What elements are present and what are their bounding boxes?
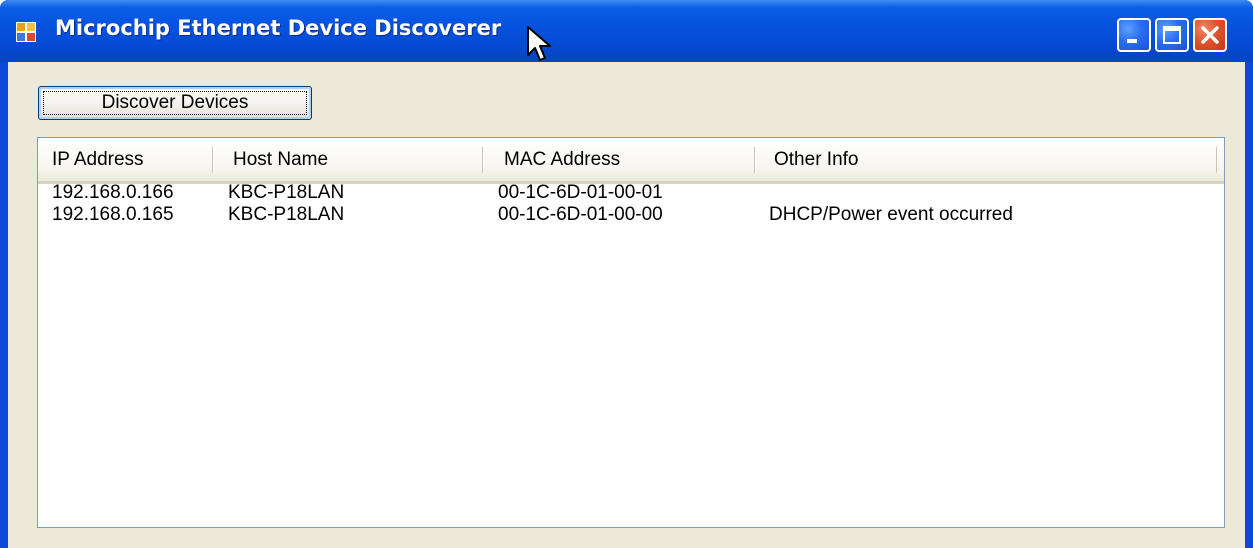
host-name-cell: KBC-P18LAN — [228, 204, 345, 225]
window-title: Microchip Ethernet Device Discoverer — [55, 16, 502, 40]
mac-address-cell: 00-1C-6D-01-00-01 — [498, 182, 663, 203]
mouse-pointer-icon — [527, 26, 551, 61]
column-header-label: Host Name — [233, 148, 329, 170]
minimize-button[interactable] — [1117, 18, 1151, 52]
column-header-other-info[interactable]: Other Info — [756, 138, 1218, 181]
column-separator[interactable] — [1216, 147, 1218, 173]
list-rows: 192.168.0.166 KBC-P18LAN 00-1C-6D-01-00-… — [38, 182, 1224, 226]
ip-address-cell: 192.168.0.165 — [52, 204, 174, 225]
column-header-label: MAC Address — [504, 148, 621, 170]
maximize-icon — [1163, 26, 1181, 44]
table-row[interactable]: 192.168.0.165 KBC-P18LAN 00-1C-6D-01-00-… — [38, 204, 1224, 226]
client-area: Discover Devices IP Address Host Name MA… — [8, 62, 1245, 548]
app-window: Microchip Ethernet Device Discoverer Dis… — [0, 0, 1253, 548]
column-header-label: IP Address — [52, 148, 144, 170]
app-window-icon — [16, 22, 36, 42]
column-header-label: Other Info — [774, 148, 859, 170]
maximize-button[interactable] — [1155, 18, 1189, 52]
title-bar[interactable]: Microchip Ethernet Device Discoverer — [0, 0, 1253, 62]
close-button[interactable] — [1193, 18, 1227, 52]
other-info-cell: DHCP/Power event occurred — [769, 204, 1013, 225]
focus-rectangle — [43, 91, 307, 115]
ip-address-cell: 192.168.0.166 — [52, 182, 174, 203]
column-header-ip-address[interactable]: IP Address — [38, 138, 214, 181]
host-name-cell: KBC-P18LAN — [228, 182, 345, 203]
list-header: IP Address Host Name MAC Address Other I… — [38, 138, 1224, 184]
column-header-mac-address[interactable]: MAC Address — [484, 138, 756, 181]
close-icon — [1201, 26, 1219, 44]
devices-list-view[interactable]: IP Address Host Name MAC Address Other I… — [37, 137, 1225, 528]
mac-address-cell: 00-1C-6D-01-00-00 — [498, 204, 663, 225]
discover-devices-button[interactable]: Discover Devices — [38, 86, 312, 120]
column-header-host-name[interactable]: Host Name — [214, 138, 484, 181]
minimize-icon — [1127, 39, 1137, 43]
table-row[interactable]: 192.168.0.166 KBC-P18LAN 00-1C-6D-01-00-… — [38, 182, 1224, 204]
